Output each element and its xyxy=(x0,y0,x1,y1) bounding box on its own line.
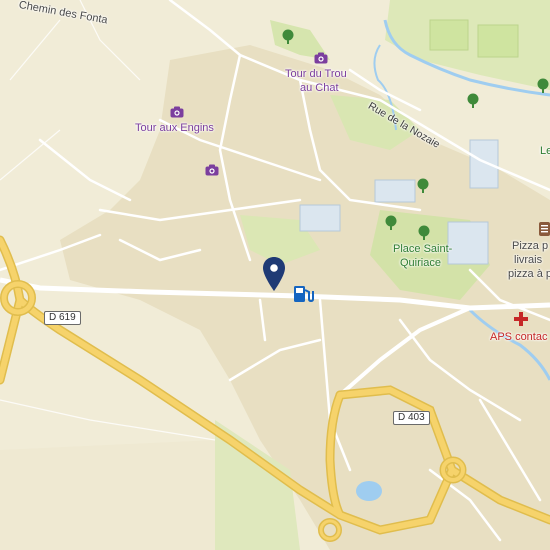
tree-icon[interactable] xyxy=(384,215,398,231)
tour-trou-label-line1[interactable]: Tour du Trou xyxy=(285,68,347,81)
tree-icon[interactable] xyxy=(466,93,480,109)
camera-icon[interactable] xyxy=(314,52,328,64)
place-label-line2[interactable]: Quiriace xyxy=(400,257,441,270)
pizza-label-line1[interactable]: Pizza p xyxy=(512,240,548,253)
pharmacy-cross-icon[interactable] xyxy=(514,312,528,326)
fuel-station-icon[interactable] xyxy=(294,284,318,304)
le-label[interactable]: Le xyxy=(540,145,550,158)
tour-trou-label-line2[interactable]: au Chat xyxy=(300,82,339,95)
tree-icon[interactable] xyxy=(416,178,430,194)
camera-icon[interactable] xyxy=(205,164,219,176)
place-label-line1[interactable]: Place Saint- xyxy=(393,243,452,256)
d403-shield: D 403 xyxy=(393,411,430,425)
d619-shield: D 619 xyxy=(44,311,81,325)
location-pin-icon[interactable] xyxy=(262,256,286,292)
tour-engins-label[interactable]: Tour aux Engins xyxy=(135,122,214,135)
aps-label[interactable]: APS contac xyxy=(490,331,547,344)
map-canvas[interactable]: Chemin des Fonta Tour du Trou au Chat To… xyxy=(0,0,550,550)
tree-icon[interactable] xyxy=(417,225,431,241)
camera-icon[interactable] xyxy=(170,106,184,118)
pizza-label-line3[interactable]: pizza à p xyxy=(508,268,550,281)
tree-icon[interactable] xyxy=(281,29,295,45)
tree-icon[interactable] xyxy=(536,78,550,94)
pizza-label-line2[interactable]: livrais xyxy=(514,254,542,267)
restaurant-icon[interactable] xyxy=(539,222,550,236)
